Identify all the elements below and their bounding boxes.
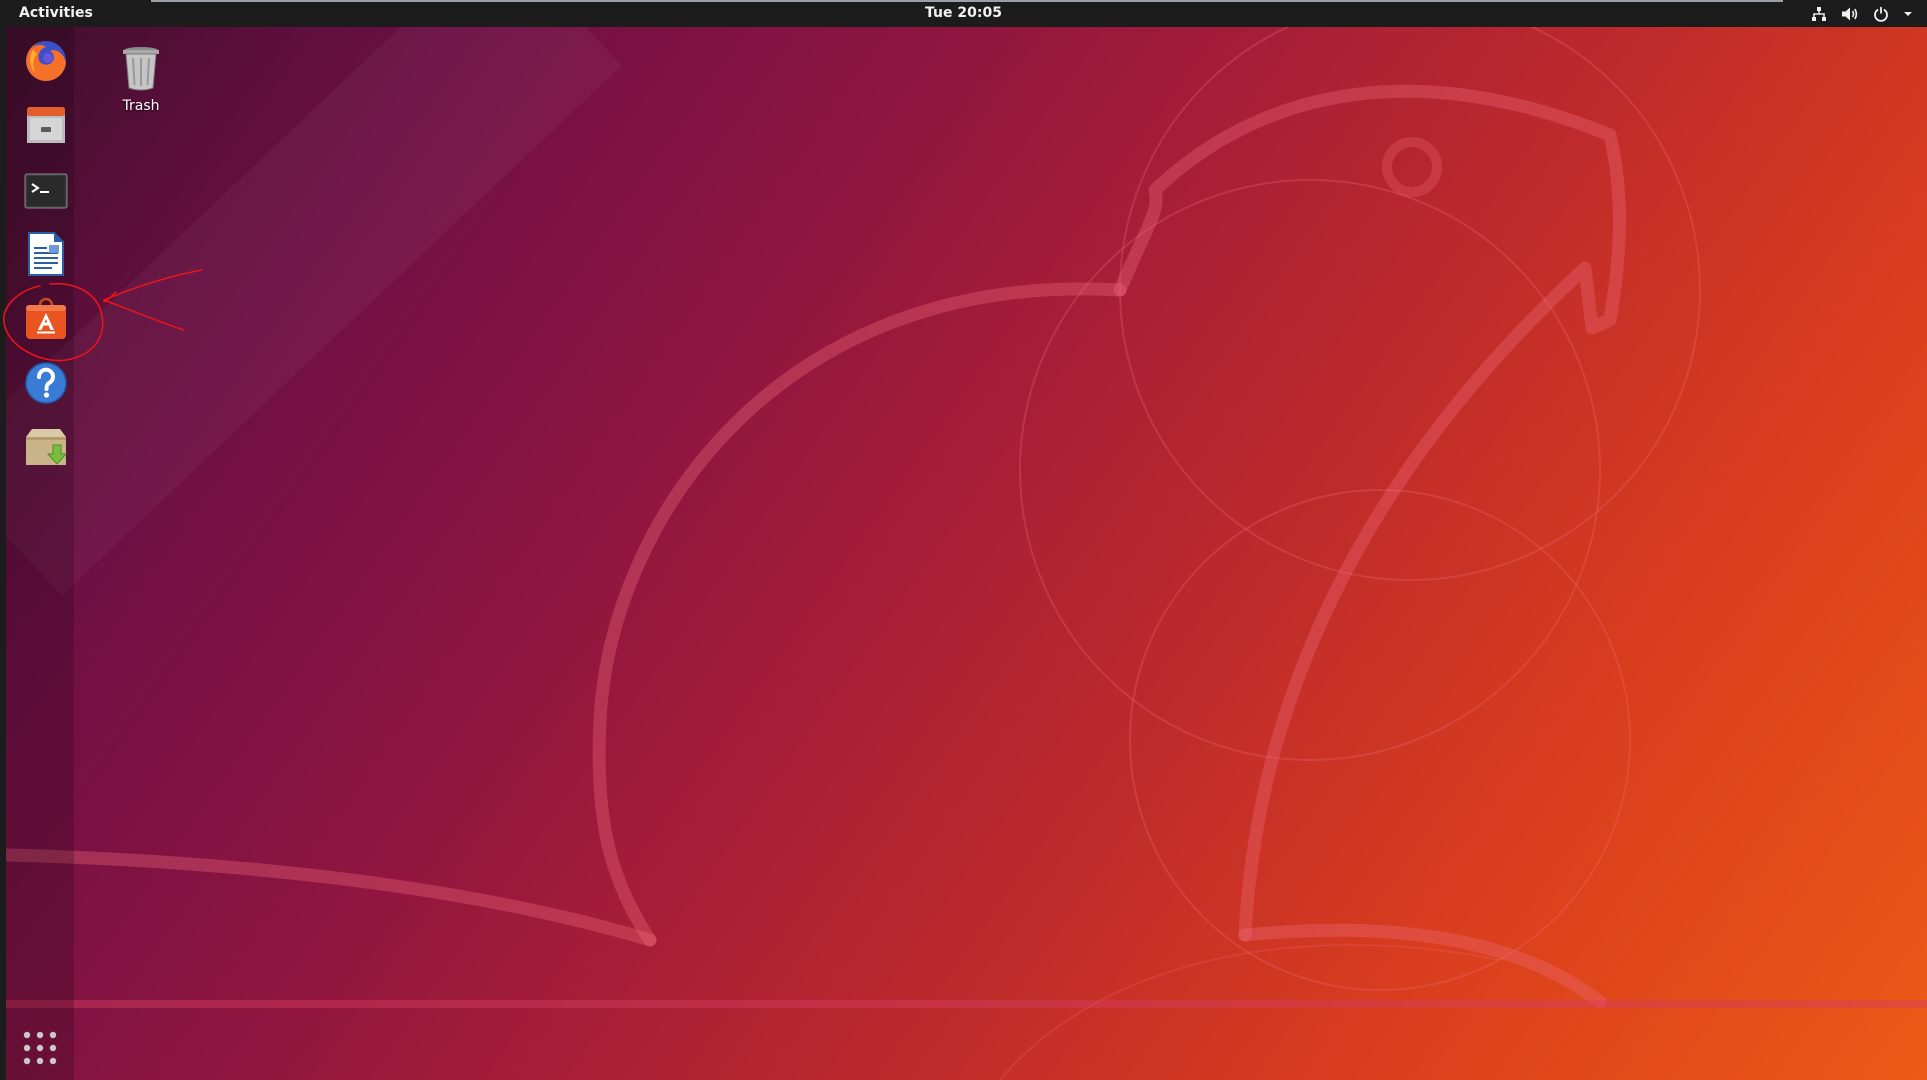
volume-icon xyxy=(1842,7,1858,21)
desktop[interactable]: Activities Tue 20:05 Trash xyxy=(0,0,1927,1080)
network-icon xyxy=(1812,7,1826,21)
firefox-icon xyxy=(26,41,66,81)
dock-item-libreoffice-writer[interactable] xyxy=(20,228,72,280)
dock-item-ubuntu-software[interactable] xyxy=(20,293,72,345)
power-icon xyxy=(1874,6,1888,22)
libreoffice-writer-icon xyxy=(28,232,64,276)
ubuntu-software-icon xyxy=(26,297,66,339)
trash-label: Trash xyxy=(122,98,160,114)
dock xyxy=(6,27,74,1080)
dock-item-help[interactable] xyxy=(20,357,72,409)
files-icon xyxy=(27,107,65,143)
menu-arrow-icon xyxy=(1904,12,1912,16)
help-icon xyxy=(25,362,67,404)
dock-item-files[interactable] xyxy=(20,99,72,151)
dock-item-terminal[interactable] xyxy=(20,165,72,217)
terminal-icon xyxy=(24,173,68,209)
system-menu[interactable] xyxy=(1811,4,1913,24)
desktop-icon-trash[interactable]: Trash xyxy=(109,44,173,114)
dock-item-software-updater[interactable] xyxy=(20,421,72,473)
top-bar-highlight-line xyxy=(151,0,1783,2)
trash-icon xyxy=(123,47,159,91)
clock-button[interactable]: Tue 20:05 xyxy=(0,5,1927,21)
screen-left-edge xyxy=(0,27,6,1080)
top-bar: Activities Tue 20:05 xyxy=(0,0,1927,27)
wallpaper-beaver-art xyxy=(0,0,1927,1080)
dock-item-firefox[interactable] xyxy=(20,35,72,87)
software-updater-icon xyxy=(26,429,68,465)
